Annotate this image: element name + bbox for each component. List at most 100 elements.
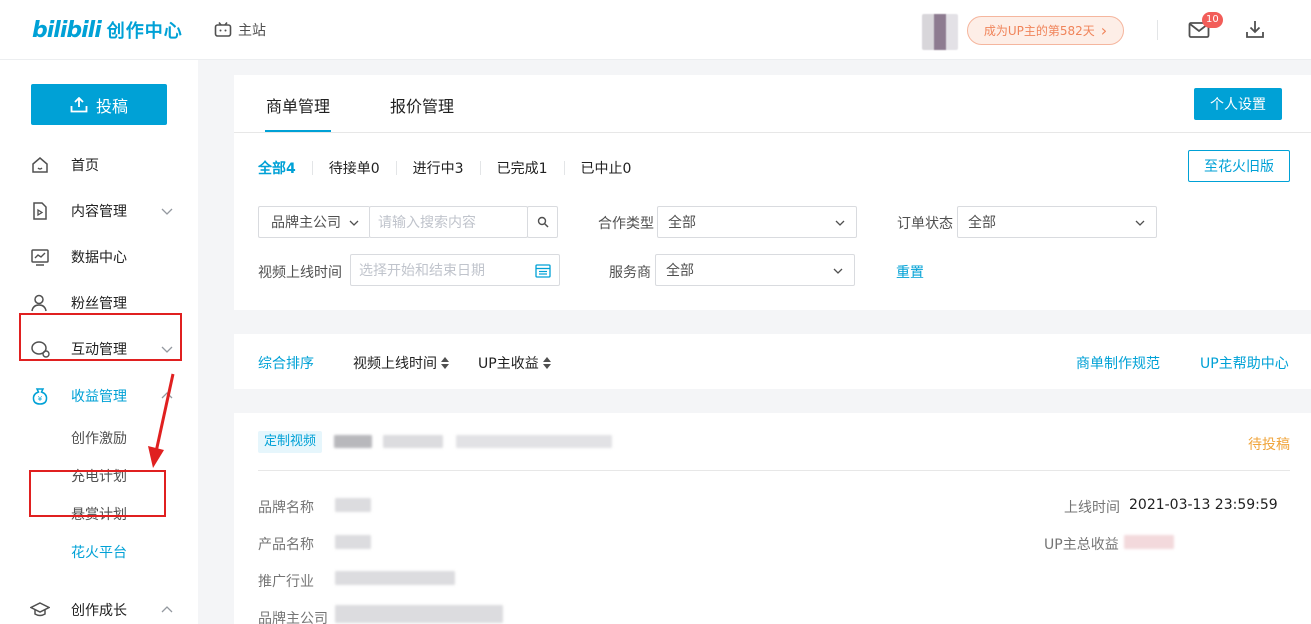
chevron-down-icon: [161, 208, 173, 215]
spec-link[interactable]: 商单制作规范: [1076, 353, 1160, 373]
order-type-tag: 定制视频: [258, 431, 323, 453]
tab-orders[interactable]: 商单管理: [264, 93, 332, 132]
graduation-cap-icon: [30, 602, 50, 617]
income-label: UP主总收益: [1044, 537, 1119, 553]
upload-button[interactable]: 投稿: [31, 84, 167, 125]
mail-count-badge: 10: [1202, 12, 1223, 28]
video-time-label: 视频上线时间: [258, 265, 342, 281]
document-play-icon: [33, 202, 47, 220]
redacted-value: [335, 498, 371, 512]
brand-name-label: 品牌名称: [258, 500, 314, 516]
redacted-value: [335, 605, 503, 623]
upload-icon: [70, 96, 88, 112]
status-filter-bar: 全部4 待接单0 进行中3 已完成1 已中止0: [258, 158, 631, 178]
company-label: 品牌主公司: [258, 611, 328, 624]
calendar-icon: [535, 264, 551, 278]
order-filter-panel: 商单管理 报价管理 个人设置 至花火旧版 全部4 待接单0 进行中3 已完成1 …: [234, 75, 1311, 310]
up-days-badge[interactable]: 成为UP主的第582天 ›: [967, 16, 1124, 45]
sidebar-item-label: 内容管理: [71, 204, 127, 220]
chevron-down-icon: [835, 220, 845, 226]
sidebar-item-label: 创作成长: [71, 603, 127, 619]
provider-label: 服务商: [609, 265, 651, 281]
sidebar-item-content[interactable]: 内容管理: [0, 188, 198, 234]
sort-icon: [542, 357, 551, 369]
logo[interactable]: bilibili 创作中心: [32, 16, 183, 44]
chevron-up-icon: [161, 606, 173, 613]
avatar[interactable]: [922, 14, 958, 50]
download-icon[interactable]: [1245, 19, 1265, 39]
redacted-value: [1124, 535, 1174, 549]
reset-link[interactable]: 重置: [896, 262, 924, 282]
order-card[interactable]: 定制视频 待投稿 品牌名称 产品名称 推广行业 品牌主公司 上线时间 2021-…: [234, 413, 1311, 624]
filter-divider: [479, 161, 481, 175]
coop-type-select[interactable]: 全部: [657, 206, 857, 238]
status-filter-all[interactable]: 全部4: [258, 158, 296, 178]
sort-up-income-label: UP主收益: [478, 356, 539, 372]
up-days-label: 成为UP主的第582天: [983, 24, 1095, 38]
search-type-value: 品牌主公司: [271, 215, 341, 231]
chart-icon: [31, 249, 49, 266]
sort-video-time-label: 视频上线时间: [353, 356, 437, 372]
online-time-value: 2021-03-13 23:59:59: [1129, 497, 1278, 513]
upload-label: 投稿: [95, 96, 128, 116]
chevron-down-icon: [349, 220, 359, 226]
filter-divider: [395, 161, 397, 175]
redacted-value: [335, 571, 455, 585]
redacted-title: [334, 435, 372, 448]
sidebar-item-label: 粉丝管理: [71, 296, 127, 312]
sidebar-item-label: 首页: [71, 158, 99, 174]
sidebar-item-data[interactable]: 数据中心: [0, 234, 198, 280]
filter-divider: [563, 161, 565, 175]
status-filter-stopped[interactable]: 已中止0: [581, 158, 632, 178]
provider-value: 全部: [666, 263, 694, 279]
product-name-label: 产品名称: [258, 537, 314, 553]
sort-icon: [441, 357, 449, 369]
sort-video-time[interactable]: 视频上线时间: [353, 353, 449, 373]
sidebar-item-label: 数据中心: [71, 250, 127, 266]
search-placeholder: 请输入搜索内容: [378, 215, 476, 231]
sort-comprehensive[interactable]: 综合排序: [258, 353, 314, 373]
sort-comprehensive-label: 综合排序: [258, 356, 314, 372]
status-filter-in-progress[interactable]: 进行中3: [413, 158, 464, 178]
sidebar-item-growth[interactable]: 创作成长: [0, 587, 198, 624]
redacted-title: [383, 435, 443, 448]
annotation-box-income: [19, 313, 182, 361]
search-icon: [537, 216, 549, 228]
redacted-value: [335, 535, 371, 549]
money-bag-icon: ¥: [32, 388, 48, 405]
date-placeholder: 选择开始和结束日期: [359, 263, 485, 279]
personal-settings-button[interactable]: 个人设置: [1194, 88, 1282, 120]
home-link[interactable]: 主站: [214, 20, 266, 40]
order-status-select[interactable]: 全部: [957, 206, 1157, 238]
sort-up-income[interactable]: UP主收益: [478, 353, 551, 373]
coop-type-label: 合作类型: [598, 216, 654, 232]
search-type-select[interactable]: 品牌主公司: [258, 206, 370, 238]
search-button[interactable]: [527, 206, 558, 238]
top-header: bilibili 创作中心 主站 成为UP主的第582天 › 10: [0, 0, 1311, 60]
annotation-arrow: [148, 373, 175, 468]
old-version-button[interactable]: 至花火旧版: [1188, 150, 1290, 182]
search-input[interactable]: 请输入搜索内容: [369, 206, 528, 238]
chevron-down-icon: [1135, 220, 1145, 226]
help-center-link[interactable]: UP主帮助中心: [1200, 353, 1289, 373]
sidebar-subitem-huahuo[interactable]: 花火平台: [71, 542, 127, 562]
sidebar-subitem-incentive[interactable]: 创作激励: [71, 428, 127, 448]
home-link-label: 主站: [238, 23, 266, 39]
tv-icon: [214, 22, 232, 37]
svg-text:¥: ¥: [38, 395, 43, 403]
redacted-title: [456, 435, 612, 448]
logo-brand: bilibili: [32, 17, 102, 43]
date-range-input[interactable]: 选择开始和结束日期: [350, 254, 560, 286]
status-filter-pending[interactable]: 待接单0: [329, 158, 380, 178]
status-filter-completed[interactable]: 已完成1: [497, 158, 548, 178]
online-time-label: 上线时间: [1064, 500, 1120, 516]
order-status-label: 订单状态: [897, 216, 953, 232]
provider-select[interactable]: 全部: [655, 254, 855, 286]
tab-quotes[interactable]: 报价管理: [390, 93, 454, 117]
coop-type-value: 全部: [668, 215, 696, 231]
chevron-right-icon: ›: [1100, 20, 1108, 40]
sidebar-item-label: 收益管理: [71, 389, 127, 405]
tab-bar: 商单管理 报价管理: [234, 75, 1311, 133]
sidebar-item-home[interactable]: 首页: [0, 142, 198, 188]
order-status-text: 待投稿: [1248, 437, 1290, 453]
